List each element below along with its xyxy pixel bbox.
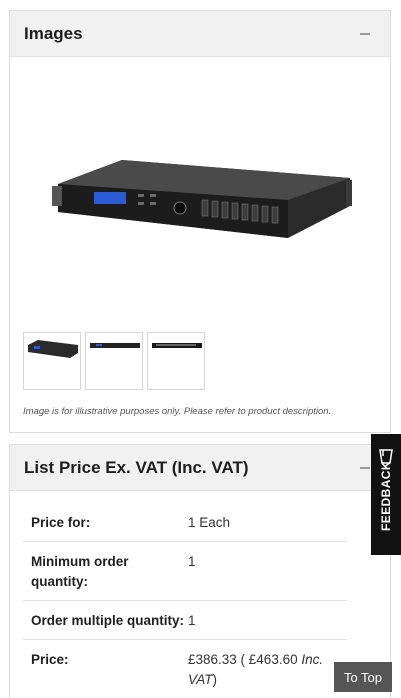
images-panel-header[interactable]: Images (10, 11, 390, 57)
spec-row-price-for: Price for: 1 Each (23, 503, 347, 542)
minus-icon[interactable] (360, 466, 370, 469)
spec-value: 1 Each (188, 515, 231, 530)
spec-row-price: Price: £386.33 ( £463.60 Inc. VAT) (23, 640, 347, 698)
spec-label: Price for: (31, 515, 91, 530)
price-spec-table: Price for: 1 Each Minimum order quantity… (23, 503, 347, 698)
thumbnail-1[interactable] (23, 332, 81, 390)
spec-label: Price: (31, 652, 69, 667)
spec-value: 1 (188, 554, 196, 569)
spec-row-minimum-order: Minimum order quantity: 1 (23, 542, 347, 601)
feedback-tab[interactable]: FEEDBACK (371, 434, 401, 555)
price-panel-header[interactable]: List Price Ex. VAT (Inc. VAT) (10, 445, 390, 491)
price-value: £386.33 ( £463.60 Inc. VAT) (188, 650, 347, 690)
spec-row-order-multiple: Order multiple quantity: 1 (23, 601, 347, 640)
minus-icon[interactable] (360, 32, 370, 35)
spec-value: 1 (188, 613, 196, 628)
price-value-main: £386.33 ( £463.60 (188, 652, 302, 667)
thumbnail-row (23, 332, 205, 390)
spec-label: Minimum order quantity: (31, 554, 129, 589)
spec-label: Order multiple quantity: (31, 613, 185, 628)
images-panel-title: Images (24, 23, 83, 43)
to-top-button[interactable]: To Top (334, 662, 392, 692)
price-panel: List Price Ex. VAT (Inc. VAT) Price for:… (9, 444, 391, 698)
thumbnail-3[interactable] (147, 332, 205, 390)
image-caption: Image is for illustrative purposes only.… (23, 406, 332, 417)
product-main-image[interactable] (50, 156, 354, 240)
feedback-label: FEEDBACK (379, 461, 393, 531)
price-panel-title: List Price Ex. VAT (Inc. VAT) (24, 457, 249, 477)
thumbnail-2[interactable] (85, 332, 143, 390)
price-value-suffix: ) (212, 672, 218, 687)
images-panel: Images Image is for illustrative purpose… (9, 10, 391, 433)
